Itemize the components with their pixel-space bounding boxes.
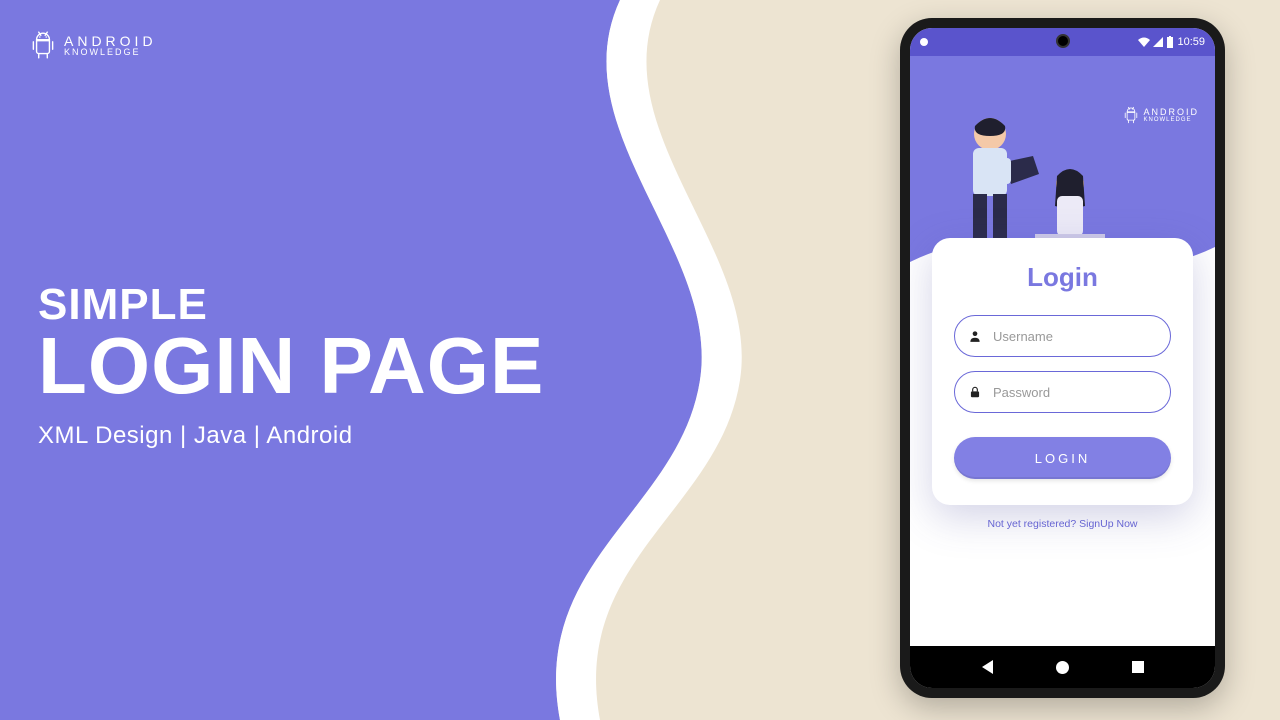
brand-logo: ANDROID KNOWLEDGE — [30, 30, 157, 60]
brand-line1: ANDROID — [64, 34, 157, 48]
android-icon — [1123, 106, 1139, 124]
signup-link[interactable]: Not yet registered? SignUp Now — [910, 518, 1215, 530]
status-dot-icon — [920, 38, 928, 46]
android-nav-bar — [910, 646, 1215, 688]
username-input-wrap — [954, 315, 1171, 357]
password-input[interactable] — [954, 371, 1171, 413]
password-input-wrap — [954, 371, 1171, 413]
login-button[interactable]: LOGIN — [954, 437, 1171, 479]
signal-icon — [1153, 37, 1163, 47]
android-icon — [30, 30, 56, 60]
lock-icon — [968, 385, 982, 399]
nav-back-button[interactable] — [982, 660, 993, 674]
battery-icon — [1166, 36, 1174, 48]
hero-line2: LOGIN PAGE — [38, 320, 544, 412]
nav-recent-button[interactable] — [1132, 661, 1144, 673]
user-icon — [968, 329, 982, 343]
brand-line2: KNOWLEDGE — [64, 48, 157, 57]
username-input[interactable] — [954, 315, 1171, 357]
phone-screen: 10:59 ANDROID KNOWLEDGE — [910, 28, 1215, 688]
header-brand-logo: ANDROID KNOWLEDGE — [1123, 106, 1199, 124]
nav-home-button[interactable] — [1056, 661, 1069, 674]
hero-text: SIMPLE LOGIN PAGE XML Design | Java | An… — [38, 280, 544, 450]
status-time: 10:59 — [1177, 36, 1205, 48]
login-card: Login LOGIN — [932, 238, 1193, 505]
wifi-icon — [1138, 37, 1150, 47]
header-brand-line1: ANDROID — [1143, 108, 1199, 117]
camera-cutout — [1056, 34, 1070, 48]
phone-mockup: 10:59 ANDROID KNOWLEDGE — [900, 18, 1225, 698]
login-title: Login — [954, 262, 1171, 293]
hero-subtitle: XML Design | Java | Android — [38, 422, 544, 450]
header-brand-line2: KNOWLEDGE — [1143, 117, 1199, 123]
